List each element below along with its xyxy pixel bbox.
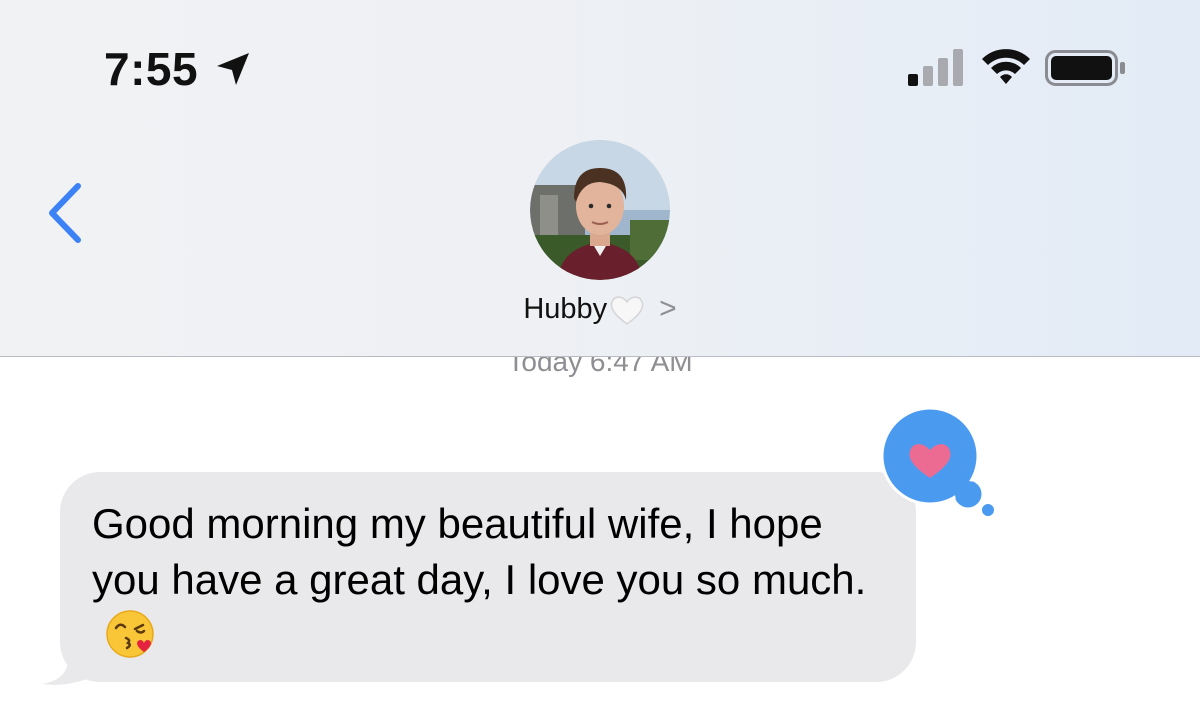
message-body: Good morning my beautiful wife, I hope y… <box>92 500 867 603</box>
face-blowing-kiss-icon <box>106 610 154 658</box>
contact-avatar[interactable] <box>530 140 670 280</box>
contact-name-button[interactable]: Hubby > <box>0 292 1200 326</box>
message-text: Good morning my beautiful wife, I hope y… <box>92 496 892 664</box>
contact-name: Hubby <box>523 293 608 325</box>
battery-icon <box>1045 50 1125 86</box>
chevron-right-icon: > <box>659 292 677 325</box>
white-heart-icon <box>610 296 644 325</box>
back-button[interactable] <box>40 178 90 248</box>
wifi-icon <box>982 49 1030 84</box>
cellular-signal-icon <box>908 49 963 86</box>
messages-screen: Today 6:47 AM 7:55 Hubby > Good morning … <box>0 0 1200 708</box>
status-time: 7:55 <box>104 43 199 95</box>
conversation-header: 7:55 Hubby > <box>0 0 1200 357</box>
heart-tapback-icon[interactable] <box>880 406 1000 526</box>
location-arrow-icon <box>217 53 249 85</box>
